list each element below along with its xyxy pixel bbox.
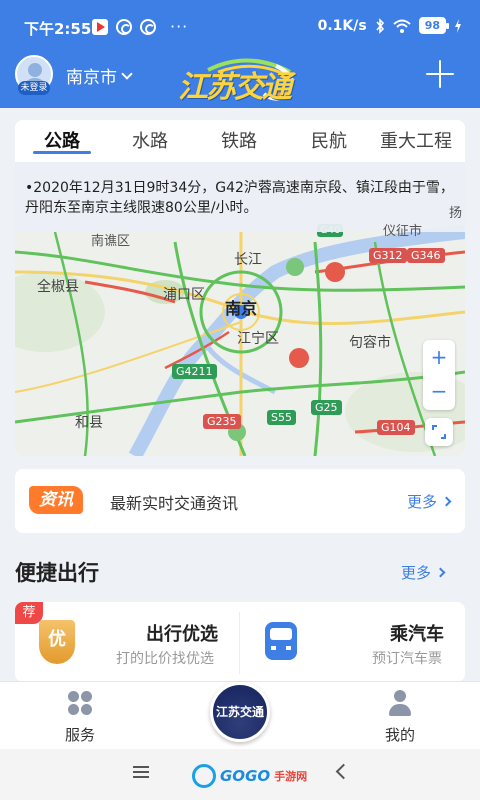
nav-mine-label: 我的 (384, 726, 415, 744)
city-selector[interactable]: 南京市 (66, 63, 133, 88)
tab-aviation[interactable]: 民航 (311, 127, 347, 153)
sync-icon (116, 18, 132, 35)
transport-card: 公路 水路 铁路 民航 重大工程 南京 浦口区 江宁区 句容市 全椒县 和县 长… (15, 120, 465, 456)
bus-icon (265, 622, 297, 660)
nav-service-label: 服务 (64, 726, 95, 744)
network-speed: 0.1K/s (317, 17, 367, 34)
map-zoom-control: + − (423, 340, 455, 410)
center-home-button[interactable]: 江苏交通 (210, 682, 270, 742)
status-notification-icons: ··· (92, 17, 188, 36)
tab-railway[interactable]: 铁路 (221, 127, 257, 153)
more-notifications-icon: ··· (170, 17, 189, 36)
road-shield-g346: G346 (407, 248, 445, 263)
recent-apps-icon[interactable] (133, 766, 149, 778)
tab-waterway[interactable]: 水路 (132, 127, 168, 153)
bluetooth-icon (376, 17, 384, 34)
bus-subtitle: 预订汽车票 (372, 651, 442, 667)
status-time: 下午2:55 (24, 20, 92, 38)
news-headline: 最新实时交通资讯 (110, 494, 239, 513)
logo-text: 江苏交通 (178, 70, 292, 105)
chevron-right-icon (441, 496, 452, 507)
tab-highway[interactable]: 公路 (44, 127, 80, 153)
watermark-logo-icon (192, 764, 216, 788)
tab-major-projects[interactable]: 重大工程 (380, 127, 452, 153)
news-badge: 资讯 (29, 486, 83, 514)
traffic-map[interactable]: 南京 浦口区 江宁区 句容市 全椒县 和县 长江 仪征市 扬 南谯区 G312 … (15, 162, 465, 456)
watermark-suffix: 手游网 (274, 770, 308, 783)
travel-option-bus[interactable]: 乘汽车 预订汽车票 (240, 602, 465, 682)
user-icon (387, 690, 413, 716)
login-status-badge[interactable]: 未登录 (18, 81, 50, 95)
city-label: 南京市 (66, 68, 117, 88)
expand-icon (432, 425, 446, 439)
road-shield-g235: G235 (203, 414, 241, 429)
transport-tabs: 公路 水路 铁路 民航 重大工程 (15, 120, 465, 162)
quick-travel-card: 荐 优 出行优选 打的比价找优选 乘汽车 预订汽车票 (15, 602, 465, 682)
map-label-pukou: 浦口区 (163, 287, 205, 303)
road-shield-g104: G104 (377, 420, 415, 435)
app-logo: 江苏交通 (178, 58, 302, 105)
road-shield-s55: S55 (267, 410, 296, 425)
quick-travel-more-link[interactable]: 更多 (401, 562, 446, 583)
nav-mine[interactable]: 我的 (370, 690, 430, 745)
news-more-link[interactable]: 更多 (407, 491, 452, 512)
watermark-brand: GOGO (220, 767, 271, 785)
best-choice-shield-icon: 优 (39, 620, 75, 664)
fullscreen-button[interactable] (425, 418, 453, 446)
avatar-head-icon (28, 63, 42, 77)
wifi-icon (393, 19, 411, 33)
road-shield-g25: G25 (311, 400, 342, 415)
active-tab-indicator (33, 151, 91, 154)
site-watermark: GOGO 手游网 (192, 763, 307, 789)
map-label-yangzhou: 扬 (449, 206, 463, 221)
video-app-icon (92, 18, 108, 35)
chevron-right-icon (435, 567, 446, 578)
best-choice-subtitle: 打的比价找优选 (116, 651, 214, 667)
nav-service[interactable]: 服务 (50, 690, 110, 745)
quick-travel-title: 便捷出行 (15, 561, 99, 585)
map-label-jiangning: 江宁区 (237, 331, 279, 347)
zoom-out-button[interactable]: − (423, 374, 455, 408)
battery-indicator: 98 (418, 17, 450, 34)
traffic-notice-text: •2020年12月31日9时34分，G42沪蓉高速南京段、镇江段由于雪，丹阳东至… (25, 180, 454, 216)
back-icon[interactable] (335, 763, 352, 780)
map-label-changjiang: 长江 (234, 252, 262, 268)
bus-title: 乘汽车 (390, 624, 444, 645)
charging-icon (455, 18, 461, 33)
quick-travel-more-label: 更多 (401, 564, 432, 582)
sync-icon-2 (140, 18, 156, 35)
add-button[interactable] (426, 60, 454, 88)
road-shield-g4211: G4211 (172, 364, 217, 379)
road-shield-g312: G312 (369, 248, 407, 263)
map-label-nanjing: 南京 (225, 299, 258, 318)
chevron-down-icon (121, 67, 133, 80)
center-home-label: 江苏交通 (215, 705, 264, 719)
map-label-quanjiao: 全椒县 (37, 279, 79, 295)
status-system-icons: 0.1K/s 98 (318, 17, 462, 34)
news-banner[interactable]: 资讯 最新实时交通资讯 更多 (15, 469, 465, 533)
map-label-jurong: 句容市 (349, 335, 391, 351)
map-label-nanqiao: 南谯区 (91, 234, 131, 249)
map-label-hexian: 和县 (75, 415, 103, 431)
best-choice-title: 出行优选 (146, 624, 218, 645)
travel-option-best-choice[interactable]: 荐 优 出行优选 打的比价找优选 (15, 602, 239, 682)
news-more-label: 更多 (407, 493, 438, 511)
status-bar: 下午2:55 ··· 0.1K/s 98 (0, 0, 480, 52)
zoom-in-button[interactable]: + (423, 340, 455, 374)
map-label-yizheng: 仪征市 (383, 224, 423, 239)
grid-icon (67, 690, 93, 716)
